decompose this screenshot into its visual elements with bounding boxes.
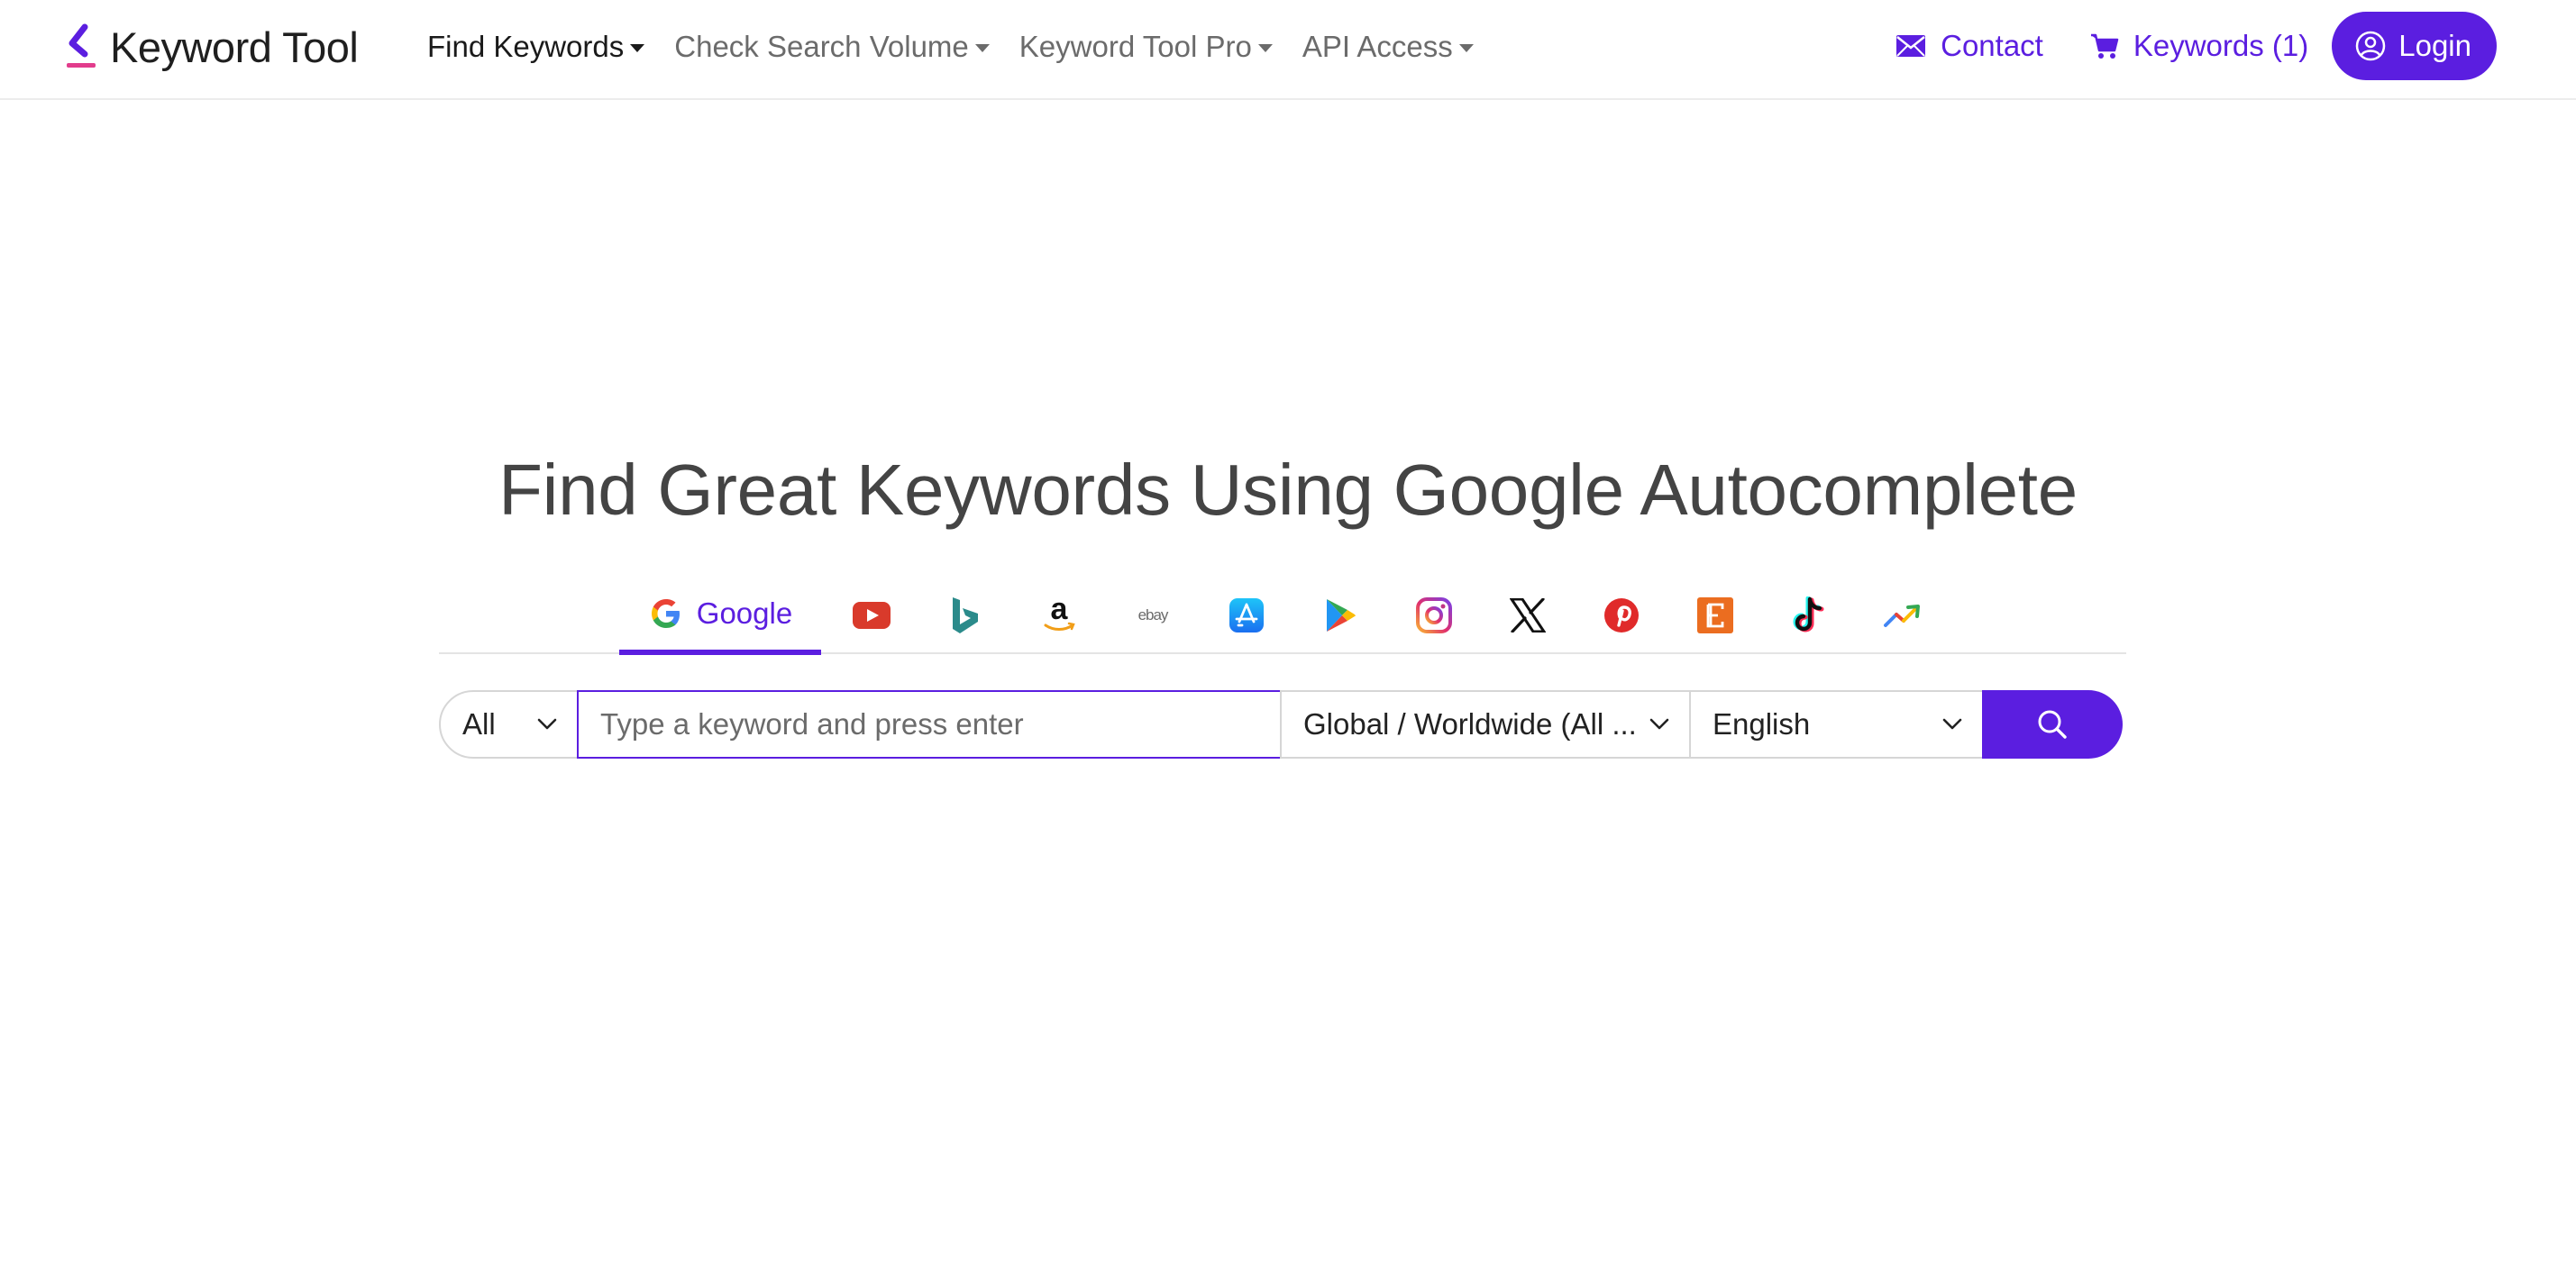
caret-down-icon xyxy=(1257,44,1273,52)
nav-api-access-label: API Access xyxy=(1302,30,1453,63)
nav-right-actions: Contact Keywords (1) Login xyxy=(1895,12,2497,80)
youtube-icon xyxy=(853,602,891,629)
source-tabs: Google a ebay xyxy=(439,577,2126,655)
envelope-icon xyxy=(1896,35,1926,57)
tab-pinterest[interactable] xyxy=(1594,577,1649,654)
svg-text:a: a xyxy=(1051,596,1069,626)
contact-label: Contact xyxy=(1941,29,2043,62)
nav-check-search-volume-label: Check Search Volume xyxy=(674,30,969,63)
nav-keyword-tool-pro[interactable]: Keyword Tool Pro xyxy=(1019,30,1273,64)
etsy-icon xyxy=(1697,597,1733,633)
caret-down-icon xyxy=(974,44,990,52)
brand-name: Keyword Tool xyxy=(110,23,359,71)
nav-keyword-tool-pro-label: Keyword Tool Pro xyxy=(1019,30,1252,63)
search-type-select[interactable]: All xyxy=(439,690,579,759)
tab-google[interactable]: Google xyxy=(619,577,821,655)
tab-ebay[interactable]: ebay xyxy=(1126,577,1180,654)
play-store-icon xyxy=(1327,599,1356,632)
top-navbar: Keyword Tool Find Keywords Check Search … xyxy=(0,0,2576,100)
language-value: English xyxy=(1713,707,1811,741)
tiktok-icon xyxy=(1793,596,1824,632)
contact-link[interactable]: Contact xyxy=(1895,29,2043,63)
tab-tiktok[interactable] xyxy=(1782,577,1836,654)
bing-icon xyxy=(953,597,978,633)
ebay-icon: ebay xyxy=(1138,606,1170,623)
login-label: Login xyxy=(2398,29,2471,62)
tab-youtube[interactable] xyxy=(845,577,899,654)
cart-icon xyxy=(2090,33,2119,59)
amazon-icon: a xyxy=(1044,596,1075,631)
nav-api-access[interactable]: API Access xyxy=(1302,30,1474,64)
keywords-cart-label: Keywords (1) xyxy=(2133,29,2309,62)
google-icon xyxy=(651,598,680,628)
user-circle-icon xyxy=(2356,31,2386,61)
trends-icon xyxy=(1884,605,1920,627)
search-bar: All Global / Worldwide (All ... English xyxy=(439,690,2126,759)
nav-find-keywords-label: Find Keywords xyxy=(427,30,625,63)
search-button[interactable] xyxy=(1982,690,2123,759)
tab-etsy[interactable] xyxy=(1688,577,1742,654)
svg-text:ebay: ebay xyxy=(1138,606,1169,623)
tab-google-label: Google xyxy=(696,596,793,630)
nav-check-search-volume[interactable]: Check Search Volume xyxy=(674,30,990,64)
app-store-icon xyxy=(1229,598,1264,632)
country-value: Global / Worldwide (All ... xyxy=(1303,707,1637,741)
keyword-tool-logo-icon xyxy=(65,22,97,72)
tab-play-store[interactable] xyxy=(1313,577,1367,654)
tab-amazon[interactable]: a xyxy=(1032,577,1086,654)
nav-find-keywords[interactable]: Find Keywords xyxy=(427,30,645,64)
keyword-search-input[interactable] xyxy=(577,690,1282,759)
tab-app-store[interactable] xyxy=(1219,577,1274,654)
x-twitter-icon xyxy=(1510,598,1546,632)
country-select[interactable]: Global / Worldwide (All ... xyxy=(1280,690,1691,759)
chevron-down-icon xyxy=(1649,718,1669,730)
search-type-value: All xyxy=(462,707,496,741)
login-button[interactable]: Login xyxy=(2332,12,2497,80)
pinterest-icon xyxy=(1604,598,1639,632)
search-icon xyxy=(2038,710,2067,739)
chevron-down-icon xyxy=(537,718,557,730)
caret-down-icon xyxy=(1458,44,1474,52)
tab-x[interactable] xyxy=(1501,577,1555,654)
tab-bing[interactable] xyxy=(938,577,992,654)
tab-trends[interactable] xyxy=(1876,577,1930,654)
page-title: Find Great Keywords Using Google Autocom… xyxy=(498,450,2078,530)
keywords-cart-link[interactable]: Keywords (1) xyxy=(2090,29,2308,63)
tab-instagram[interactable] xyxy=(1407,577,1461,654)
instagram-icon xyxy=(1416,597,1452,633)
caret-down-icon xyxy=(630,44,645,52)
brand-logo-link[interactable]: Keyword Tool xyxy=(65,20,359,74)
chevron-down-icon xyxy=(1942,718,1962,730)
language-select[interactable]: English xyxy=(1689,690,1984,759)
main-nav: Find Keywords Check Search Volume Keywor… xyxy=(427,24,1503,69)
